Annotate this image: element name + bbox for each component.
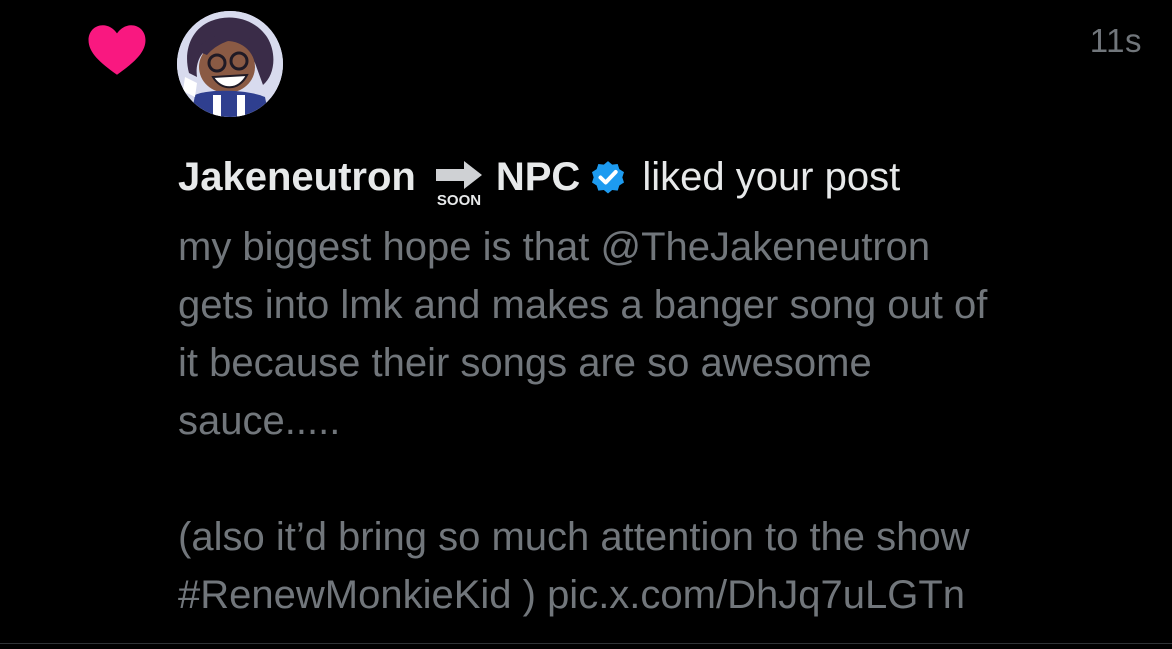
post-line: (also it’d bring so much attention to th… — [178, 515, 970, 559]
timestamp: 11s — [1089, 22, 1142, 59]
heart-icon — [88, 25, 146, 75]
post-preview[interactable]: my biggest hope is that @TheJakeneutron … — [178, 218, 1138, 624]
avatar[interactable] — [177, 11, 283, 117]
like-notification[interactable]: 11s Jakeneutron SOON NPC liked your post… — [0, 0, 1172, 643]
soon-arrow-icon: SOON — [435, 161, 482, 207]
user-name[interactable]: Jakeneutron — [178, 155, 416, 200]
action-text: liked your post — [642, 154, 901, 199]
verified-badge-icon — [592, 161, 625, 194]
avatar-illustration — [177, 11, 283, 117]
post-line: my biggest hope is that @TheJakeneutron — [178, 225, 931, 269]
soon-label: SOON — [437, 192, 481, 207]
post-line: gets into lmk and makes a banger song ou… — [178, 283, 988, 327]
notification-headline: Jakeneutron SOON NPC liked your post — [178, 148, 901, 208]
post-line: #RenewMonkieKid ) pic.x.com/DhJq7uLGTn — [178, 573, 966, 617]
post-line: sauce..... — [178, 399, 341, 443]
name-suffix[interactable]: NPC — [496, 155, 580, 200]
divider — [0, 643, 1172, 644]
post-line: it because their songs are so awesome — [178, 341, 872, 385]
